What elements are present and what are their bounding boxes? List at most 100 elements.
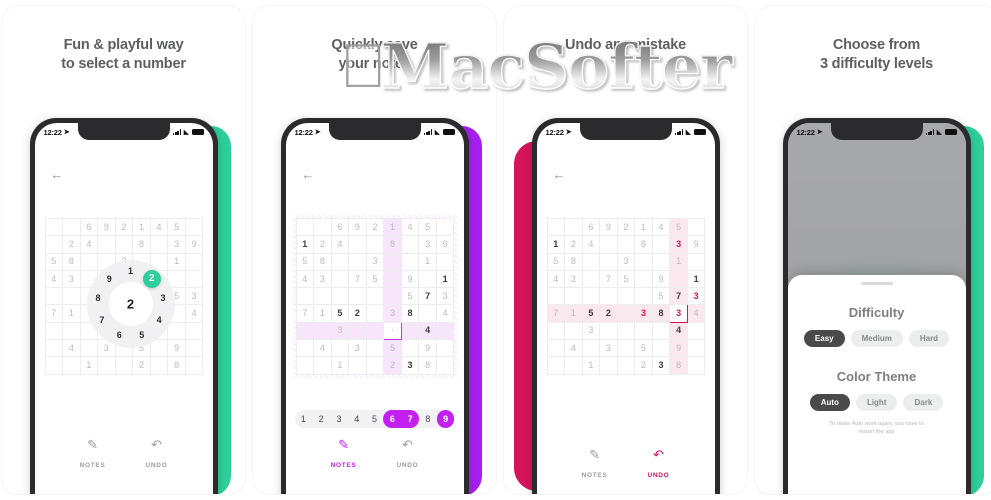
sudoku-cell[interactable] xyxy=(44,321,64,341)
sudoku-cell[interactable]: 9 xyxy=(599,217,618,237)
undo-button[interactable]: ↶ UNDO xyxy=(396,438,418,472)
sudoku-cell[interactable] xyxy=(546,287,566,306)
sudoku-cell[interactable] xyxy=(418,304,437,323)
sudoku-cell[interactable] xyxy=(546,339,566,358)
back-button[interactable]: ← xyxy=(51,167,64,182)
sudoku-cell[interactable] xyxy=(616,321,636,341)
sudoku-cell[interactable] xyxy=(348,252,367,271)
sudoku-cell[interactable]: 9 xyxy=(686,235,706,254)
sudoku-cell[interactable] xyxy=(348,321,367,341)
sudoku-cell[interactable] xyxy=(184,217,204,237)
sudoku-cell[interactable] xyxy=(184,339,204,358)
sudoku-cell[interactable] xyxy=(435,252,455,271)
sudoku-cell[interactable] xyxy=(44,217,64,237)
picker-number-4[interactable]: 4 xyxy=(153,314,166,327)
sudoku-cell[interactable]: 3 xyxy=(365,252,385,271)
sudoku-cell[interactable]: 2 xyxy=(634,356,653,375)
sudoku-cell[interactable] xyxy=(564,321,583,341)
notes-button[interactable]: ✎ NOTES xyxy=(331,438,357,472)
sudoku-cell[interactable]: 2 xyxy=(564,235,583,254)
sudoku-cell[interactable] xyxy=(686,252,706,271)
sudoku-cell[interactable] xyxy=(435,321,455,341)
number-pad-key-1[interactable]: 1 xyxy=(295,410,313,428)
sudoku-cell[interactable] xyxy=(62,356,81,375)
sudoku-cell[interactable] xyxy=(581,269,601,289)
sudoku-cell[interactable] xyxy=(149,235,169,254)
sudoku-cell[interactable]: 1 xyxy=(546,235,566,254)
sudoku-cell[interactable] xyxy=(365,356,385,375)
sudoku-cell[interactable] xyxy=(581,252,601,271)
number-pad-key-7[interactable]: 7 xyxy=(401,410,419,428)
sudoku-cell[interactable]: 8 xyxy=(400,304,420,323)
sudoku-cell[interactable] xyxy=(435,356,455,375)
sudoku-cell[interactable]: 3 xyxy=(581,321,601,341)
sudoku-cell[interactable]: 1 xyxy=(132,217,151,237)
sudoku-cell[interactable] xyxy=(616,287,636,306)
sudoku-cell[interactable]: 2 xyxy=(599,304,618,323)
sudoku-cell[interactable] xyxy=(418,269,437,289)
theme-chip-light[interactable]: Light xyxy=(855,394,898,411)
sudoku-cell[interactable]: 3 xyxy=(435,287,455,306)
sudoku-cell[interactable]: 5 xyxy=(546,252,566,271)
sudoku-cell[interactable] xyxy=(79,252,99,271)
sudoku-cell[interactable]: 3 xyxy=(669,304,688,323)
sudoku-cell[interactable]: 5 xyxy=(167,217,186,237)
sudoku-cell[interactable]: 1 xyxy=(313,304,332,323)
sudoku-cell[interactable]: 5 xyxy=(44,252,64,271)
sudoku-cell[interactable]: 5 xyxy=(651,287,671,306)
undo-button[interactable]: ↶ UNDO xyxy=(647,448,669,482)
difficulty-chip-hard[interactable]: Hard xyxy=(908,330,950,347)
sudoku-cell[interactable] xyxy=(616,339,636,358)
sudoku-cell[interactable]: 3 xyxy=(599,339,618,358)
picker-number-1[interactable]: 1 xyxy=(124,265,137,278)
sudoku-cell[interactable]: 1 xyxy=(383,217,402,237)
sudoku-cell[interactable] xyxy=(634,321,653,341)
sudoku-cell[interactable] xyxy=(581,287,601,306)
sudoku-cell[interactable] xyxy=(97,356,116,375)
sudoku-cell[interactable] xyxy=(616,356,636,375)
sudoku-cell[interactable] xyxy=(400,339,420,358)
sudoku-cell[interactable]: 3 xyxy=(564,269,583,289)
sudoku-cell[interactable]: 5 xyxy=(669,217,688,237)
sudoku-cell[interactable] xyxy=(44,339,64,358)
sudoku-cell[interactable]: 1 xyxy=(330,356,350,375)
sudoku-cell[interactable]: 3 xyxy=(184,287,204,306)
sudoku-cell[interactable]: 8 xyxy=(564,252,583,271)
sudoku-cell[interactable] xyxy=(686,339,706,358)
sudoku-cell[interactable] xyxy=(184,321,204,341)
sudoku-cell[interactable]: 4 xyxy=(313,339,332,358)
sudoku-cell[interactable] xyxy=(546,356,566,375)
sudoku-cell[interactable]: 5 xyxy=(295,252,315,271)
picker-number-8[interactable]: 8 xyxy=(92,292,105,305)
sudoku-cell[interactable]: 3 xyxy=(62,269,81,289)
sudoku-cell[interactable] xyxy=(599,321,618,341)
undo-button[interactable]: ↶ UNDO xyxy=(145,438,167,472)
sudoku-cell[interactable]: 8 xyxy=(418,356,437,375)
sudoku-cell[interactable]: 3 xyxy=(167,235,186,254)
sudoku-cell[interactable] xyxy=(330,287,350,306)
sudoku-cell[interactable]: 2 xyxy=(114,217,134,237)
sudoku-cell[interactable] xyxy=(313,321,332,341)
sudoku-cell[interactable]: 1 xyxy=(79,356,99,375)
sudoku-cell[interactable]: 2 xyxy=(383,356,402,375)
sudoku-cell[interactable] xyxy=(330,269,350,289)
sudoku-cell[interactable] xyxy=(295,356,315,375)
sudoku-cell[interactable]: 9 xyxy=(435,235,455,254)
sudoku-cell[interactable]: 4 xyxy=(400,217,420,237)
number-pad-key-6[interactable]: 6 xyxy=(383,410,401,428)
sudoku-board[interactable]: 6 9 2 1 4 5 1 2 4 8 3 9 5 8 3 1 4 3 7 5 9 1 5 7 3 7 1 5 2 3 8 4 3 · 4 4 3 5 9 1… xyxy=(295,217,455,375)
sudoku-cell[interactable]: 8 xyxy=(383,235,402,254)
number-pad-key-2[interactable]: 2 xyxy=(312,410,330,428)
sudoku-cell[interactable] xyxy=(365,287,385,306)
notes-button[interactable]: ✎ NOTES xyxy=(582,448,608,482)
sudoku-cell[interactable] xyxy=(330,339,350,358)
sudoku-cell[interactable] xyxy=(651,252,671,271)
sudoku-cell[interactable] xyxy=(599,235,618,254)
number-pad-key-5[interactable]: 5 xyxy=(366,410,384,428)
sudoku-cell[interactable]: 5 xyxy=(616,269,636,289)
sudoku-cell[interactable]: 8 xyxy=(167,356,186,375)
sudoku-cell[interactable] xyxy=(400,235,420,254)
sudoku-cell[interactable] xyxy=(686,356,706,375)
sudoku-cell[interactable]: 6 xyxy=(581,217,601,237)
sudoku-cell[interactable] xyxy=(599,287,618,306)
